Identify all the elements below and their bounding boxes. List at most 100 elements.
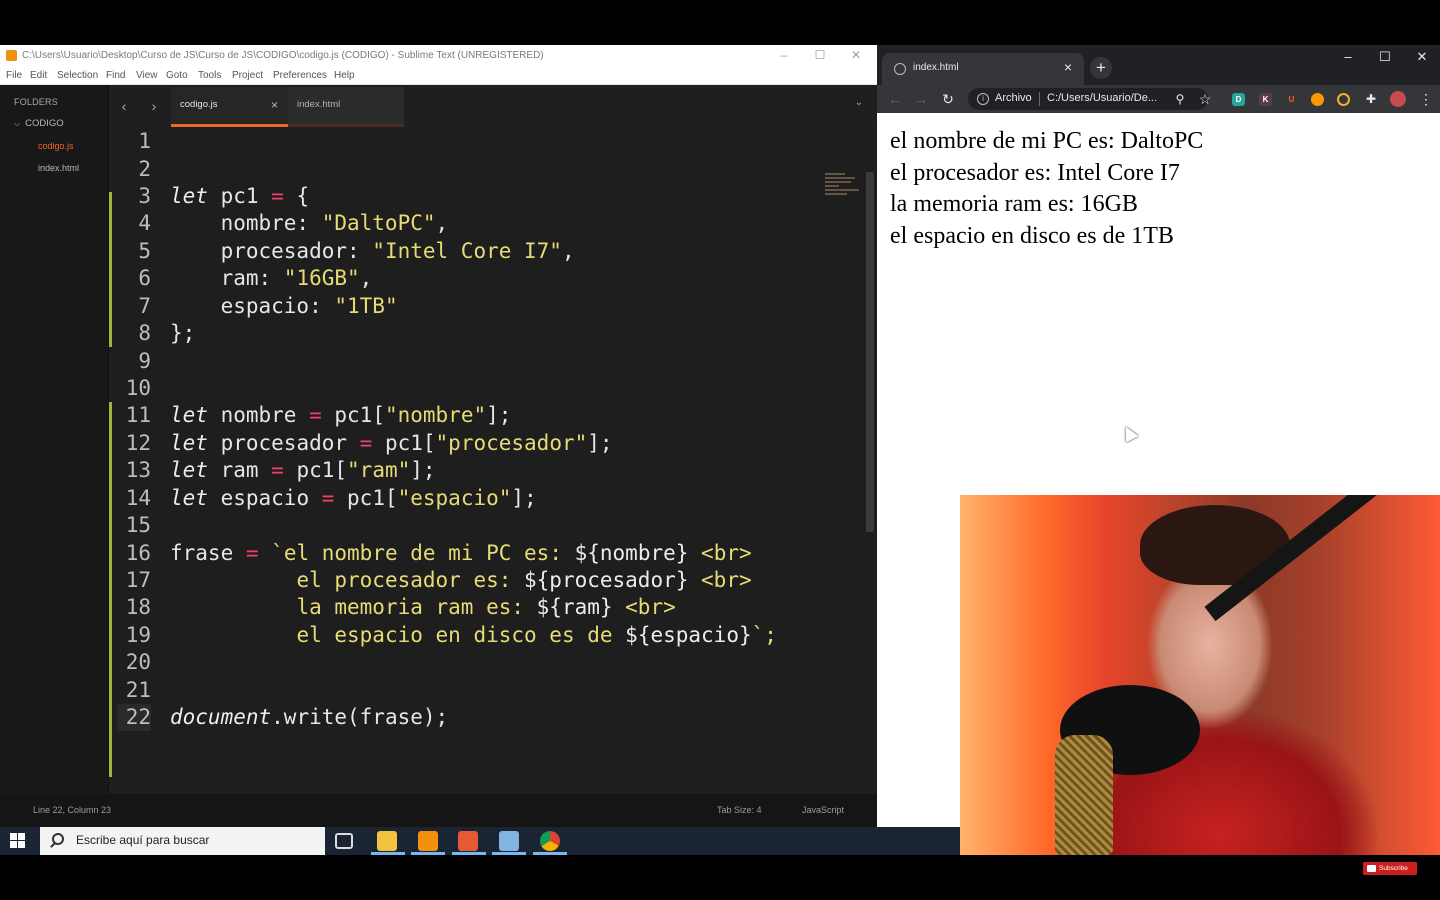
menu-file[interactable]: File (6, 70, 22, 81)
code-line: 21 (109, 677, 866, 704)
code-line: 15 (109, 512, 866, 539)
code-text: espacio: "1TB" (170, 294, 398, 318)
star-icon[interactable]: ☆ (1196, 90, 1214, 108)
code-text: el espacio en disco es de ${espacio}`; (296, 623, 777, 647)
minimize-button[interactable]: – (766, 45, 802, 67)
code-text: la memoria ram es: ${ram} <br> (296, 595, 676, 619)
close-tab-icon[interactable]: × (1064, 59, 1072, 75)
forward-arrow-icon[interactable]: → (912, 90, 930, 108)
line-number: 17 (125, 568, 151, 592)
search-placeholder: Escribe aquí para buscar (76, 833, 210, 847)
profile-avatar[interactable] (1390, 91, 1406, 107)
tab-bar: ‹ › codigo.js × index.html ⌄ (109, 85, 877, 127)
kebab-menu-icon[interactable]: ⋮ (1417, 90, 1435, 108)
chrome-icon[interactable] (540, 831, 560, 851)
windows-taskbar: Escribe aquí para buscar (0, 827, 960, 855)
address-url: C:/Users/Usuario/De... (1047, 92, 1158, 104)
menu-goto[interactable]: Goto (166, 70, 188, 81)
back-arrow-icon[interactable]: ← (886, 90, 904, 108)
taskbar-search[interactable]: Escribe aquí para buscar (40, 827, 325, 855)
notes-icon[interactable] (499, 831, 519, 851)
code-line: 9 (109, 348, 866, 375)
tab-index-html[interactable]: index.html (288, 87, 404, 127)
sidebar-file-codigo[interactable]: codigo.js (38, 141, 74, 151)
tab-label: index.html (297, 99, 341, 110)
extension-k-icon[interactable]: K (1259, 93, 1272, 106)
code-line: 12 let procesador = pc1["procesador"]; (109, 430, 866, 457)
maximize-button[interactable]: ☐ (802, 45, 838, 67)
menu-selection[interactable]: Selection (57, 70, 98, 81)
line-number: 18 (125, 595, 151, 619)
tab-strip: index.html × + – ☐ ✕ (877, 45, 1440, 85)
syntax-mode[interactable]: JavaScript (802, 805, 844, 815)
sublime-app-icon (6, 50, 17, 61)
tab-size[interactable]: Tab Size: 4 (717, 805, 762, 815)
extension-search-icon[interactable] (1337, 93, 1350, 106)
menu-edit[interactable]: Edit (30, 70, 47, 81)
menu-view[interactable]: View (136, 70, 158, 81)
code-text: }; (170, 321, 196, 345)
code-line: 7 espacio: "1TB" (109, 293, 866, 320)
code-line: 2 (109, 156, 866, 183)
info-icon[interactable]: i (977, 93, 989, 105)
tab-label: codigo.js (180, 99, 218, 110)
puzzle-icon[interactable]: ✚ (1362, 90, 1380, 108)
menu-preferences[interactable]: Preferences (273, 70, 327, 81)
line-number: 19 (125, 623, 151, 647)
minimap[interactable] (825, 173, 865, 211)
close-button[interactable]: ✕ (1404, 47, 1440, 69)
subscribe-button[interactable]: Subscribe (1363, 862, 1417, 875)
folders-sidebar: FOLDERS ⌵ CODIGO codigo.js index.html (0, 85, 109, 794)
tab-next-button[interactable]: › (143, 97, 165, 115)
windows-start-icon[interactable] (10, 833, 26, 849)
app-icon[interactable] (458, 831, 478, 851)
sidebar-file-index[interactable]: index.html (38, 163, 79, 173)
code-line: 4 nombre: "DaltoPC", (109, 210, 866, 237)
browser-toolbar: ← → ↻ i Archivo C:/Users/Usuario/De... ⚲… (877, 85, 1440, 113)
extension-d-icon[interactable]: D (1232, 93, 1245, 106)
line-number: 22 (117, 704, 151, 731)
mouse-cursor-icon (1119, 423, 1139, 443)
folder-codigo[interactable]: ⌵ CODIGO (14, 118, 64, 129)
output-line: el nombre de mi PC es: DaltoPC (890, 128, 1204, 154)
vertical-scrollbar[interactable] (866, 172, 874, 532)
line-number: 11 (125, 403, 151, 427)
menu-find[interactable]: Find (106, 70, 125, 81)
code-line: 1 (109, 128, 866, 155)
maximize-button[interactable]: ☐ (1367, 47, 1403, 69)
line-number: 5 (138, 239, 151, 263)
zoom-icon[interactable]: ⚲ (1171, 90, 1189, 108)
code-line: 18 la memoria ram es: ${ram} <br> (109, 594, 866, 621)
active-indicator (533, 852, 567, 855)
window-title: C:\Users\Usuario\Desktop\Curso de JS\Cur… (22, 50, 544, 61)
extension-u-icon[interactable]: U (1285, 93, 1298, 106)
code-text: let espacio = pc1["espacio"]; (170, 486, 537, 510)
task-view-icon[interactable] (335, 833, 353, 849)
close-button[interactable]: ✕ (838, 45, 874, 67)
code-text: ram: "16GB", (170, 266, 373, 290)
webcam-overlay (960, 495, 1440, 855)
tab-codigo-js[interactable]: codigo.js × (171, 87, 288, 127)
output-line: el procesador es: Intel Core I7 (890, 160, 1180, 186)
menu-help[interactable]: Help (334, 70, 355, 81)
sublime-window: C:\Users\Usuario\Desktop\Curso de JS\Cur… (0, 45, 877, 827)
code-line: 10 (109, 375, 866, 402)
code-line: 16 frase = `el nombre de mi PC es: ${nomb… (109, 540, 866, 567)
new-tab-button[interactable]: + (1090, 57, 1112, 79)
tab-prev-button[interactable]: ‹ (113, 97, 135, 115)
menu-project[interactable]: Project (232, 70, 263, 81)
tab-list-dropdown-icon[interactable]: ⌄ (855, 97, 863, 108)
minimize-button[interactable]: – (1330, 47, 1366, 69)
refresh-icon[interactable]: ↻ (939, 90, 957, 108)
code-editor[interactable]: 1 2 3 let pc1 = { 4 nombre: "DaltoPC", 5 … (109, 127, 866, 794)
file-explorer-icon[interactable] (377, 831, 397, 851)
sublime-icon[interactable] (418, 831, 438, 851)
code-line: 8}; (109, 320, 866, 347)
output-line: la memoria ram es: 16GB (890, 191, 1138, 217)
browser-tab[interactable]: index.html × (882, 53, 1084, 85)
menu-tools[interactable]: Tools (198, 70, 221, 81)
extension-orange-icon[interactable] (1311, 93, 1324, 106)
cursor-position: Line 22, Column 23 (33, 805, 112, 815)
close-tab-icon[interactable]: × (271, 87, 278, 123)
code-line: 6 ram: "16GB", (109, 265, 866, 292)
